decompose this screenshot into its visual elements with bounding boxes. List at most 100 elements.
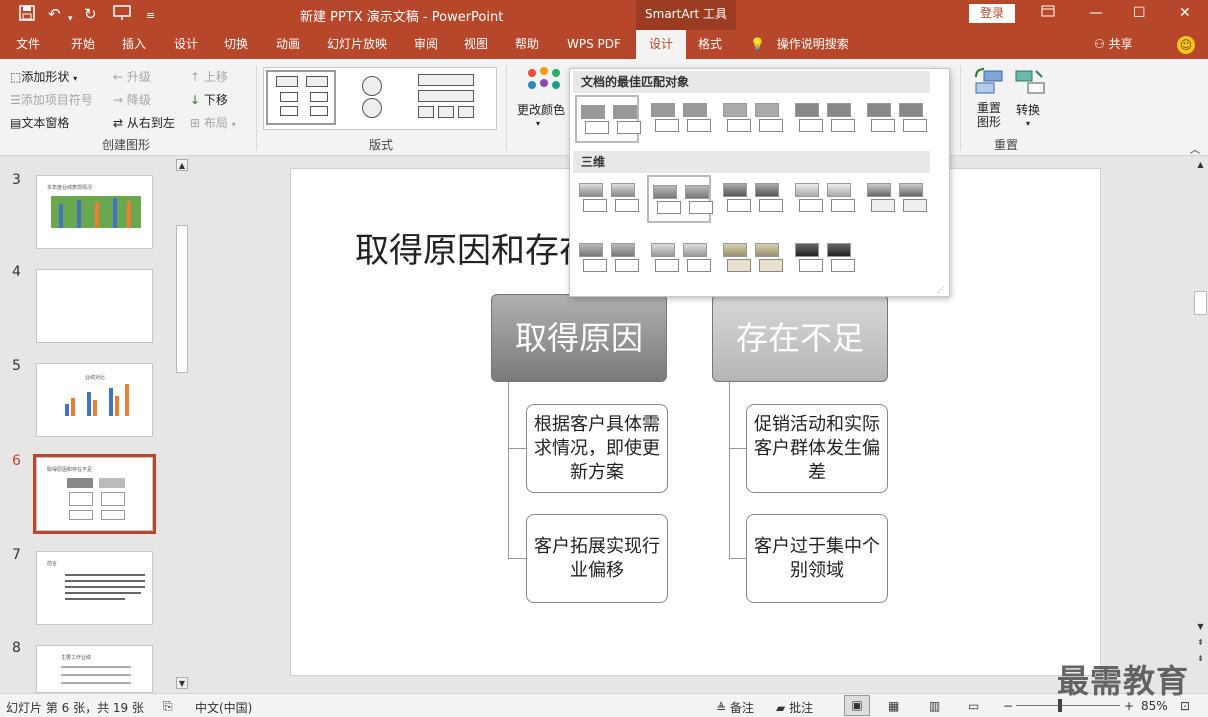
tab-view[interactable]: 视图 — [458, 30, 494, 59]
thumbnail-scrollbar[interactable]: ▲ ▼ — [175, 157, 189, 693]
undo-icon[interactable]: ↶ — [48, 5, 61, 23]
style-option-3d-2[interactable] — [647, 175, 713, 223]
scroll-down-icon[interactable]: ▼ — [176, 677, 188, 689]
canvas-scrollbar[interactable]: ▲ ▼ ⇞ ⇟ — [1193, 157, 1208, 693]
slide-thumbnail-8[interactable]: 主要工作业绩 — [36, 645, 153, 693]
reset-graphic-button[interactable]: 重置图形 — [970, 67, 1006, 137]
share-button[interactable]: ⚇ 共享 — [1094, 30, 1133, 59]
next-slide-icon[interactable]: ⇟ — [1194, 653, 1207, 665]
slide-thumbnail-4[interactable] — [36, 269, 153, 343]
layout-option-table-list[interactable] — [414, 70, 484, 125]
style-option-3d-6[interactable] — [575, 235, 639, 283]
style-swatch-top — [723, 183, 747, 197]
comments-button[interactable]: ▰ 批注 — [776, 699, 813, 716]
smartart-child-left-1[interactable]: 根据客户具体需求情况，即使更新方案 — [526, 404, 668, 493]
prev-slide-icon[interactable]: ⇞ — [1194, 637, 1207, 649]
slide-thumbnail-7[interactable]: 前言 — [36, 551, 153, 625]
tab-file[interactable]: 文件 — [10, 30, 46, 59]
convert-icon — [1015, 70, 1045, 94]
style-option-3d-4[interactable] — [791, 175, 855, 223]
scroll-thumb[interactable] — [1194, 291, 1207, 315]
smartart-child-right-1[interactable]: 促销活动和实际客户群体发生偏差 — [746, 404, 888, 493]
resize-grip-icon[interactable]: ⋰ — [937, 285, 945, 294]
style-swatch-bottom — [583, 259, 607, 272]
collapse-ribbon-icon[interactable]: ︿ — [1190, 141, 1200, 156]
layout-option-hierarchy-list[interactable] — [266, 70, 336, 125]
add-shape-button[interactable]: ⬚添加形状 ▾ — [10, 68, 77, 85]
tab-help[interactable]: 帮助 — [509, 30, 545, 59]
help-search[interactable]: 💡 操作说明搜索 — [750, 30, 849, 59]
language-indicator[interactable]: 中文(中国) — [195, 699, 252, 716]
style-option-best-match-3[interactable] — [719, 95, 783, 143]
move-down-button[interactable]: ↓ 下移 — [190, 91, 228, 108]
style-option-3d-1[interactable] — [575, 175, 639, 223]
promote-button[interactable]: ← 升级 — [113, 68, 151, 85]
scroll-thumb[interactable] — [176, 225, 188, 373]
style-option-best-match-5[interactable] — [863, 95, 927, 143]
slide-thumbnail-6[interactable]: 取得原因和存在不足 — [33, 454, 156, 534]
slideshow-view-icon[interactable]: ▭ — [968, 699, 979, 713]
style-option-3d-5[interactable] — [863, 175, 927, 223]
reading-view-icon[interactable]: ▥ — [929, 699, 940, 713]
smartart-header-right[interactable]: 存在不足 — [712, 294, 888, 382]
tab-smartart-design[interactable]: 设计 — [636, 30, 686, 59]
redo-icon[interactable]: ↻ — [84, 5, 97, 23]
tab-home[interactable]: 开始 — [65, 30, 101, 59]
style-option-best-match-1[interactable] — [575, 95, 641, 143]
tab-animations[interactable]: 动画 — [270, 30, 306, 59]
smartart-child-left-2[interactable]: 客户拓展实现行业偏移 — [526, 514, 668, 603]
tab-insert[interactable]: 插入 — [116, 30, 152, 59]
style-option-3d-9[interactable] — [791, 235, 855, 283]
zoom-slider-track[interactable] — [1016, 705, 1120, 706]
scroll-up-icon[interactable]: ▲ — [1194, 159, 1207, 171]
move-up-button[interactable]: ↑ 上移 — [190, 68, 228, 85]
close-icon[interactable]: ✕ — [1179, 4, 1191, 22]
zoom-out-icon[interactable]: − — [1003, 699, 1013, 713]
style-swatch-bottom — [831, 119, 855, 132]
help-search-label: 操作说明搜索 — [776, 37, 849, 51]
ribbon-display-icon[interactable] — [1041, 4, 1055, 22]
tab-slideshow[interactable]: 幻灯片放映 — [321, 30, 393, 59]
feedback-smiley-icon[interactable]: ☺ — [1177, 36, 1195, 54]
smartart-child-right-2[interactable]: 客户过于集中个别领域 — [746, 514, 888, 603]
login-button[interactable]: 登录 — [969, 4, 1015, 23]
tab-transitions[interactable]: 切换 — [218, 30, 254, 59]
style-option-best-match-2[interactable] — [647, 95, 711, 143]
style-option-3d-8[interactable] — [719, 235, 783, 283]
scroll-down-icon[interactable]: ▼ — [1194, 621, 1207, 633]
spellcheck-icon[interactable]: ⎘ — [163, 699, 173, 714]
style-option-best-match-4[interactable] — [791, 95, 855, 143]
create-graphic-group-label: 创建图形 — [102, 138, 151, 152]
convert-button[interactable]: 转换 ▾ — [1010, 67, 1050, 137]
maximize-icon[interactable]: ☐ — [1133, 4, 1146, 22]
present-icon[interactable] — [113, 5, 131, 25]
slide-thumbnail-3[interactable]: 本年度业绩表现情况 — [36, 175, 153, 249]
slide-thumbnail-5[interactable]: 业绩对比 — [36, 363, 153, 437]
undo-dropdown-icon[interactable]: ▾ — [68, 10, 73, 28]
style-swatch-bottom — [871, 119, 895, 132]
right-to-left-button[interactable]: ⇄ 从右到左 — [113, 114, 175, 131]
smartart-header-left[interactable]: 取得原因 — [491, 294, 667, 382]
comment-icon: ▰ — [776, 701, 786, 715]
layout-gallery: ▲ ▼ ≡ — [263, 67, 757, 139]
style-option-3d-7[interactable] — [647, 235, 711, 283]
save-icon[interactable] — [19, 5, 35, 25]
scroll-up-icon[interactable]: ▲ — [176, 159, 188, 171]
tab-smartart-format[interactable]: 格式 — [692, 30, 728, 59]
tab-design[interactable]: 设计 — [168, 30, 204, 59]
text-pane-button[interactable]: ▤文本窗格 — [10, 114, 69, 131]
add-bullet-button[interactable]: ☰添加项目符号 — [10, 91, 93, 108]
style-option-3d-3[interactable] — [719, 175, 783, 223]
notes-button[interactable]: ≜ 备注 — [716, 699, 754, 716]
layout-button[interactable]: ⊞ 布局 ▾ — [190, 114, 236, 131]
notes-icon: ≜ — [716, 701, 727, 715]
layout-option-circle-list[interactable] — [342, 70, 412, 125]
demote-button[interactable]: → 降级 — [113, 91, 151, 108]
tab-wps-pdf[interactable]: WPS PDF — [561, 30, 627, 59]
tab-review[interactable]: 审阅 — [408, 30, 444, 59]
normal-view-icon[interactable]: ▣ — [844, 695, 870, 716]
slide-sorter-icon[interactable]: ▦ — [888, 699, 899, 713]
customize-qat-icon[interactable]: ≡ — [146, 7, 155, 25]
minimize-icon[interactable]: — — [1089, 4, 1103, 22]
change-colors-button[interactable]: 更改颜色 ▾ — [512, 67, 572, 137]
